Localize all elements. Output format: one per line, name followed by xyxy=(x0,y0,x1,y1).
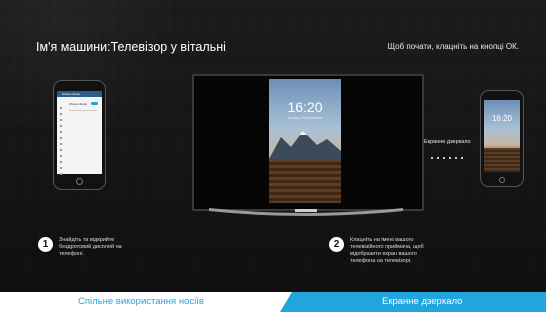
phone-right-illustration: 16:20 xyxy=(480,90,524,187)
step-1: 1 Знайдіть та відкрийте бездротовий дисп… xyxy=(38,237,179,258)
device-name-title: Ім'я машини:Телевізор у вітальні xyxy=(36,40,226,54)
pier-landscape xyxy=(484,148,520,172)
step-1-text: Знайдіть та відкрийте бездротовий диспле… xyxy=(59,237,122,257)
tv-stand xyxy=(209,208,403,216)
pier-landscape xyxy=(269,159,341,203)
phone-left-titlebar: Wireless display xyxy=(57,91,102,97)
tv-illustration: 16:20 Sunday, 28 December xyxy=(192,74,424,211)
step-number-badge: 1 xyxy=(38,237,53,252)
home-button-icon xyxy=(76,178,83,185)
toggle-icon xyxy=(91,102,98,105)
phone-left-setting-row: Wireless display xyxy=(69,103,88,106)
tv-date: Sunday, 28 December xyxy=(287,116,323,120)
step-number-badge: 2 xyxy=(329,237,344,252)
phone-left-illustration: Wireless display Wireless display xyxy=(53,80,106,190)
mountain-landscape xyxy=(269,131,341,159)
divider xyxy=(69,110,97,111)
phone-left-icon-list xyxy=(60,107,64,179)
tab-media-sharing[interactable]: Спільне використання носіїв xyxy=(0,292,290,312)
connection-dots-icon xyxy=(431,146,467,164)
mirror-label: Екранне дзеркало xyxy=(424,139,471,145)
start-hint: Щоб почати, клацніть на кнопці ОК. xyxy=(387,42,519,51)
home-button-icon xyxy=(499,177,505,183)
phone-right-screen: 16:20 xyxy=(484,100,520,172)
tv-clock: 16:20 xyxy=(287,99,323,115)
step-2-text: Клацніть на імені вашого телевізійного п… xyxy=(350,237,424,264)
tab-media-sharing-label: Спільне використання носіїв xyxy=(78,296,204,307)
phone-left-title: Wireless display xyxy=(62,92,81,96)
phone-left-screen: Wireless display Wireless display xyxy=(57,91,102,175)
tab-screen-mirroring[interactable]: Екранне дзеркало xyxy=(280,292,546,312)
step-2: 2 Клацніть на імені вашого телевізійного… xyxy=(329,237,470,265)
tab-screen-mirroring-label: Екранне дзеркало xyxy=(382,296,463,307)
tab-bar: Спільне використання носіїв Екранне дзер… xyxy=(0,292,546,312)
tv-mirrored-screen: 16:20 Sunday, 28 December xyxy=(269,79,341,203)
phone-right-clock: 16:20 xyxy=(491,114,513,123)
